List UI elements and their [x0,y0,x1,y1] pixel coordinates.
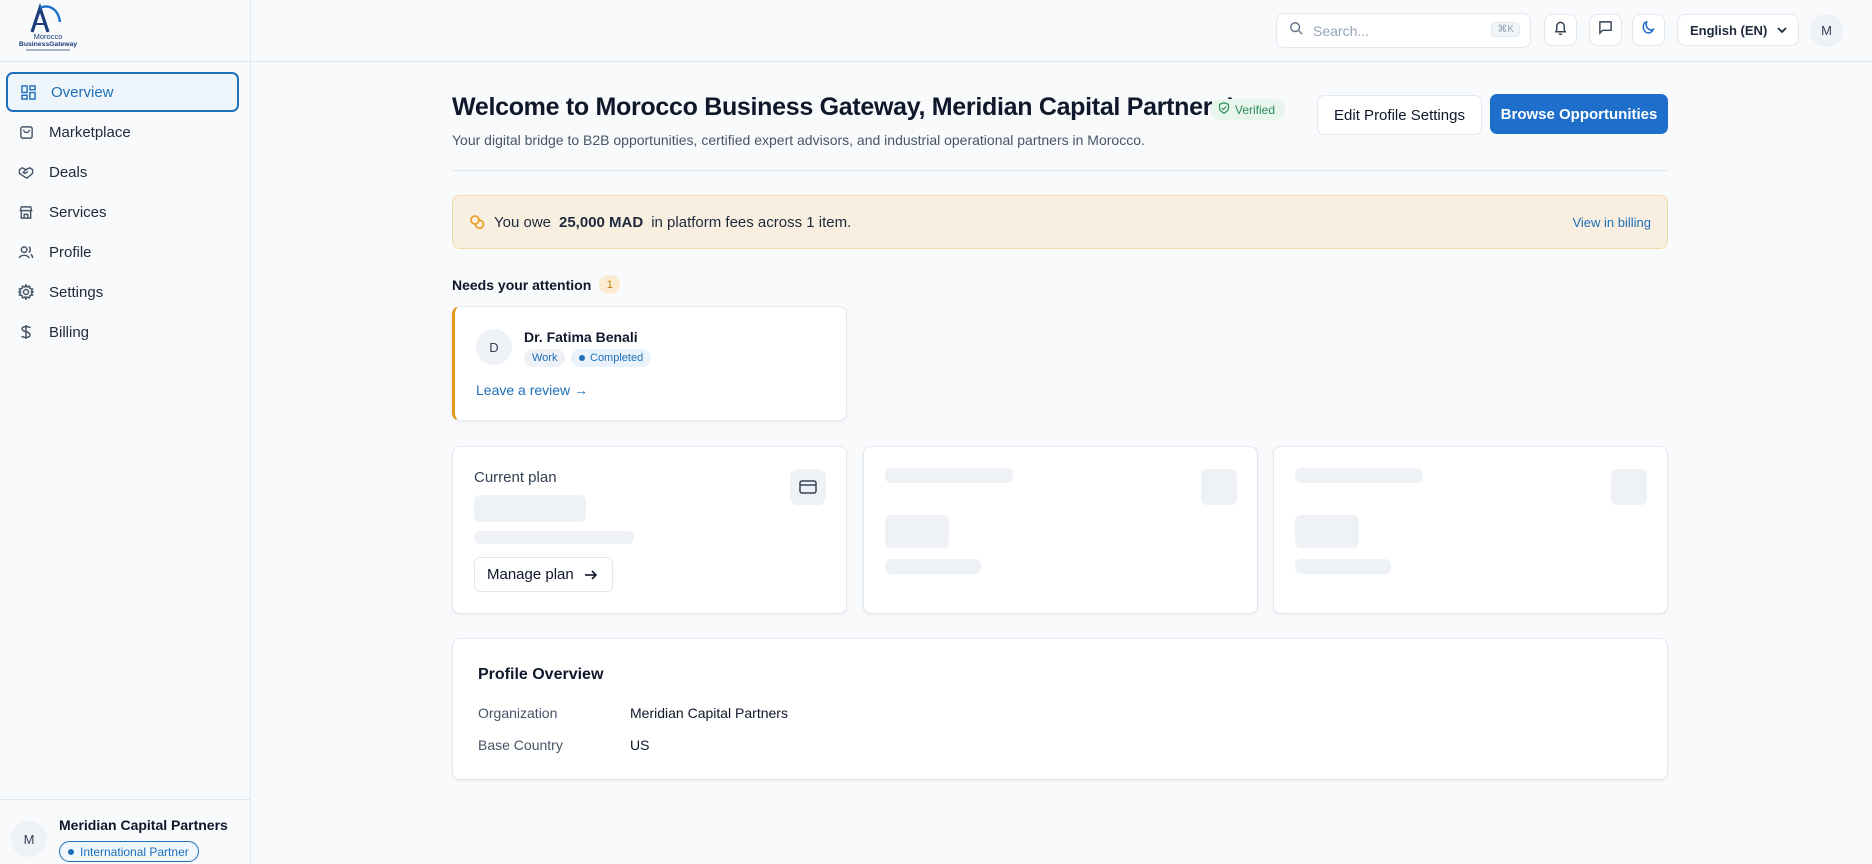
view-in-billing-link[interactable]: View in billing [1572,215,1651,230]
attention-count-badge: 1 [599,275,621,294]
bell-icon [1553,20,1568,41]
sidebar-item-label: Marketplace [49,123,131,141]
loading-skeleton [885,559,981,574]
manage-plan-label: Manage plan [487,566,574,583]
page-title: Welcome to Morocco Business Gateway, Mer… [452,93,1234,121]
handshake-icon [18,164,34,180]
arrow-right-icon [584,569,597,580]
grid-icon [20,84,36,100]
status-dot [68,848,74,855]
users-icon [18,244,34,260]
chat-icon [1598,20,1613,40]
status-label: Completed [590,352,644,364]
status-dot [579,355,585,361]
fee-prefix: You owe [494,213,551,231]
loading-skeleton [885,515,949,548]
sidebar-item-settings[interactable]: Settings [6,272,239,312]
profile-overview-title: Profile Overview [478,666,604,683]
shield-check-icon [1218,102,1235,117]
search-shortcut: ⌘K [1491,22,1520,37]
sidebar-item-label: Profile [49,243,92,261]
avatar[interactable]: M [11,821,47,857]
sidebar-item-label: Overview [51,83,114,101]
verified-badge: Verified [1210,99,1286,120]
status-badge: Completed [571,349,652,367]
verified-label: Verified [1235,102,1276,117]
sidebar-item-label: Deals [49,163,88,181]
sidebar-item-marketplace[interactable]: Marketplace [6,112,239,152]
organization-label: Organization [478,705,558,721]
attention-heading: Needs your attention 1 [452,275,621,294]
shopping-bag-icon [18,124,34,140]
stat-card-loading [863,446,1258,614]
language-select[interactable]: English (EN) [1677,14,1799,46]
avatar: D [476,329,512,365]
sidebar-item-deals[interactable]: Deals [6,152,239,192]
loading-skeleton [1295,559,1391,574]
attention-card: D Dr. Fatima Benali Work Completed Leave… [452,306,847,421]
search-input[interactable] [1313,22,1473,39]
manage-plan-button[interactable]: Manage plan [474,557,613,592]
sidebar-item-profile[interactable]: Profile [6,232,239,272]
sidebar-nav: Overview Marketplace Deals Services Prof… [6,72,239,352]
base-country-label: Base Country [478,737,563,753]
sidebar-footer-divider [0,799,251,800]
sidebar-item-label: Billing [49,323,90,341]
top-bar [251,0,1872,62]
sidebar-item-overview[interactable]: Overview [6,72,239,112]
stat-card-loading [1273,446,1668,614]
current-plan-card: Current plan Manage plan [452,446,847,614]
edit-profile-settings-button[interactable]: Edit Profile Settings [1317,95,1482,135]
sidebar-item-label: Services [49,203,107,221]
profile-overview-card: Profile Overview Organization Meridian C… [452,638,1668,780]
loading-skeleton [885,468,1013,483]
section-divider [452,170,1668,171]
language-label: English (EN) [1690,22,1768,38]
search-icon [1289,21,1303,40]
search-box[interactable]: ⌘K [1276,13,1531,48]
user-avatar[interactable]: M [1810,14,1843,47]
store-icon [18,204,34,220]
loading-skeleton [1295,468,1423,483]
dollar-icon [18,324,34,340]
gear-icon [18,284,34,300]
org-name: Meridian Capital Partners [59,817,228,833]
chevron-down-icon [1776,24,1788,39]
loading-skeleton [474,495,586,522]
base-country-value: US [630,737,650,753]
fee-banner: You owe 25,000 MAD in platform fees acro… [452,195,1668,249]
loading-skeleton [1611,469,1647,505]
role-badge: International Partner [59,841,199,862]
page-subtitle: Your digital bridge to B2B opportunities… [452,132,1145,148]
sidebar-item-services[interactable]: Services [6,192,239,232]
organization-value: Meridian Capital Partners [630,705,788,721]
leave-review-link[interactable]: Leave a review → [476,382,588,398]
theme-toggle-button[interactable] [1632,14,1665,46]
coins-icon [469,214,485,230]
fee-amount: 25,000 MAD [559,213,644,231]
sidebar-item-billing[interactable]: Billing [6,312,239,352]
loading-skeleton [1201,469,1237,505]
credit-card-icon [790,469,826,505]
sidebar-item-label: Settings [49,283,104,301]
role-badge-label: International Partner [80,844,189,859]
current-plan-label: Current plan [474,469,557,486]
moon-icon [1641,20,1656,40]
sidebar: Morocco BusinessGateway Overview Marketp… [0,0,251,864]
svg-text:Morocco: Morocco [34,32,63,41]
messages-button[interactable] [1589,14,1622,46]
expert-name: Dr. Fatima Benali [524,329,638,345]
fee-suffix: in platform fees across 1 item. [651,213,852,231]
svg-text:BusinessGateway: BusinessGateway [19,41,77,48]
type-tag: Work [524,349,566,367]
loading-skeleton [474,531,634,544]
brand-logo[interactable]: Morocco BusinessGateway [18,2,78,52]
attention-title: Needs your attention [452,276,592,293]
notifications-button[interactable] [1544,14,1577,46]
browse-opportunities-button[interactable]: Browse Opportunities [1490,94,1668,134]
sidebar-divider [0,61,251,62]
loading-skeleton [1295,515,1359,548]
